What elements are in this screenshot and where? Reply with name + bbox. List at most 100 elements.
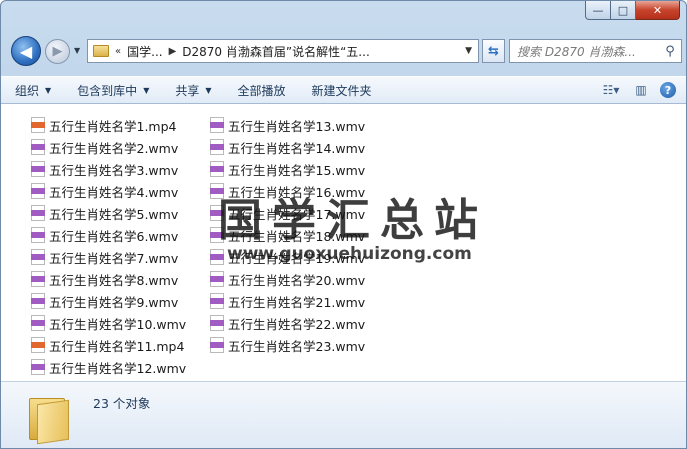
share-label: 共享	[175, 83, 200, 98]
file-item[interactable]: 五行生肖姓名学3.wmv	[31, 158, 186, 180]
item-count: 23 个对象	[93, 396, 151, 411]
folder-icon	[29, 392, 69, 445]
file-item[interactable]: 五行生肖姓名学12.wmv	[31, 356, 186, 378]
recent-pages-dropdown[interactable]: ▼	[74, 46, 80, 55]
file-item[interactable]: 五行生肖姓名学13.wmv	[210, 114, 365, 136]
caption-buttons: — □ ✕	[585, 1, 680, 20]
file-list: 五行生肖姓名学1.mp4 五行生肖姓名学2.wmv 五行生肖姓名学3.wmv 五行生肖…	[1, 104, 686, 381]
close-button[interactable]: ✕	[636, 1, 680, 20]
include-in-library-menu[interactable]: 包含到库中 ▼	[63, 82, 161, 99]
file-name: 五行生肖姓名学4.wmv	[49, 184, 179, 200]
refresh-button[interactable]: ⇆	[482, 39, 505, 63]
preview-pane-button[interactable]: ▥	[630, 80, 652, 100]
file-item[interactable]: 五行生肖姓名学21.wmv	[210, 290, 365, 312]
wmv-file-icon	[31, 359, 45, 375]
file-item[interactable]: 五行生肖姓名学10.wmv	[31, 312, 186, 334]
play-all-label: 全部播放	[237, 83, 286, 98]
chevron-right-icon[interactable]: ▶	[169, 46, 177, 57]
wmv-file-icon	[31, 161, 45, 177]
file-name: 五行生肖姓名学1.mp4	[49, 118, 177, 134]
wmv-file-icon	[210, 139, 224, 155]
file-name: 五行生肖姓名学10.wmv	[49, 316, 187, 332]
breadcrumb-overflow[interactable]: «	[115, 46, 121, 57]
file-item[interactable]: 五行生肖姓名学14.wmv	[210, 136, 365, 158]
search-input[interactable]: 搜索 D2870 肖渤森...	[510, 43, 659, 60]
file-name: 五行生肖姓名学22.wmv	[228, 316, 366, 332]
help-button[interactable]: ?	[660, 82, 676, 98]
wmv-file-icon	[31, 293, 45, 309]
organize-label: 组织	[15, 83, 40, 98]
command-bar: 组织 ▼ 包含到库中 ▼ 共享 ▼ 全部播放 新建文件夹 ☷▾ ▥ ?	[1, 76, 686, 104]
file-name: 五行生肖姓名学3.wmv	[49, 162, 179, 178]
file-name: 五行生肖姓名学6.wmv	[49, 228, 179, 244]
address-dropdown-icon[interactable]: ▼	[465, 46, 472, 56]
file-item[interactable]: 五行生肖姓名学22.wmv	[210, 312, 365, 334]
explorer-window: — □ ✕ ◀ ▶ ▼ « 国学... ▶ D2870 肖渤森首届”说名解性“五…	[0, 0, 687, 449]
share-menu[interactable]: 共享 ▼	[161, 82, 223, 99]
file-item[interactable]: 五行生肖姓名学1.mp4	[31, 114, 186, 136]
file-name: 五行生肖姓名学12.wmv	[49, 360, 187, 376]
breadcrumb-item[interactable]: 国学...	[127, 43, 162, 60]
wmv-file-icon	[31, 205, 45, 221]
wmv-file-icon	[31, 227, 45, 243]
file-name: 五行生肖姓名学21.wmv	[228, 294, 366, 310]
file-name: 五行生肖姓名学14.wmv	[228, 140, 366, 156]
file-column-1: 五行生肖姓名学1.mp4 五行生肖姓名学2.wmv 五行生肖姓名学3.wmv 五行生肖…	[31, 114, 186, 378]
preview-pane-icon: ▥	[635, 83, 647, 97]
breadcrumb-item-current[interactable]: D2870 肖渤森首届”说名解性“五...	[182, 43, 369, 60]
wmv-file-icon	[210, 315, 224, 331]
help-icon: ?	[664, 83, 672, 97]
include-library-label: 包含到库中	[77, 83, 138, 98]
mp4-file-icon	[31, 117, 45, 133]
play-all-button[interactable]: 全部播放	[224, 82, 298, 99]
file-item[interactable]: 五行生肖姓名学6.wmv	[31, 224, 186, 246]
wmv-file-icon	[210, 337, 224, 353]
file-item[interactable]: 五行生肖姓名学7.wmv	[31, 246, 186, 268]
view-options-button[interactable]: ☷▾	[600, 80, 622, 100]
search-icon[interactable]: ⚲	[659, 44, 681, 59]
wmv-file-icon	[210, 249, 224, 265]
file-name: 五行生肖姓名学7.wmv	[49, 250, 179, 266]
maximize-button[interactable]: □	[611, 1, 636, 20]
file-item[interactable]: 五行生肖姓名学4.wmv	[31, 180, 186, 202]
wmv-file-icon	[31, 183, 45, 199]
file-name: 五行生肖姓名学9.wmv	[49, 294, 179, 310]
minimize-button[interactable]: —	[585, 1, 611, 20]
file-item[interactable]: 五行生肖姓名学2.wmv	[31, 136, 186, 158]
new-folder-label: 新建文件夹	[311, 83, 372, 98]
wmv-file-icon	[31, 139, 45, 155]
wmv-file-icon	[210, 293, 224, 309]
search-box[interactable]: 搜索 D2870 肖渤森... ⚲	[509, 39, 682, 63]
chevron-down-icon: ▼	[205, 85, 212, 95]
file-item[interactable]: 五行生肖姓名学20.wmv	[210, 268, 365, 290]
file-name: 五行生肖姓名学11.mp4	[49, 338, 185, 354]
file-name: 五行生肖姓名学20.wmv	[228, 272, 366, 288]
wmv-file-icon	[210, 161, 224, 177]
organize-menu[interactable]: 组织 ▼	[1, 82, 63, 99]
view-icon: ☷▾	[602, 83, 620, 97]
file-name: 五行生肖姓名学15.wmv	[228, 162, 366, 178]
navigation-bar: ◀ ▶ ▼ « 国学... ▶ D2870 肖渤森首届”说名解性“五... ▼ …	[7, 35, 682, 67]
file-item[interactable]: 五行生肖姓名学15.wmv	[210, 158, 365, 180]
wmv-file-icon	[31, 249, 45, 265]
forward-button[interactable]: ▶	[45, 39, 70, 64]
chevron-down-icon: ▼	[143, 85, 150, 95]
file-name: 五行生肖姓名学13.wmv	[228, 118, 366, 134]
folder-icon	[93, 45, 109, 57]
view-controls: ☷▾ ▥ ?	[600, 80, 676, 100]
file-item[interactable]: 五行生肖姓名学23.wmv	[210, 334, 365, 356]
file-item[interactable]: 五行生肖姓名学9.wmv	[31, 290, 186, 312]
address-bar[interactable]: « 国学... ▶ D2870 肖渤森首届”说名解性“五... ▼	[87, 39, 479, 63]
file-item[interactable]: 五行生肖姓名学8.wmv	[31, 268, 186, 290]
file-name: 五行生肖姓名学23.wmv	[228, 338, 366, 354]
wmv-file-icon	[210, 117, 224, 133]
file-name: 五行生肖姓名学2.wmv	[49, 140, 179, 156]
new-folder-button[interactable]: 新建文件夹	[298, 82, 384, 99]
back-button[interactable]: ◀	[11, 36, 41, 66]
file-item[interactable]: 五行生肖姓名学11.mp4	[31, 334, 186, 356]
mp4-file-icon	[31, 337, 45, 353]
watermark-url: www.guoxuehuizong.com	[227, 244, 472, 264]
file-name: 五行生肖姓名学5.wmv	[49, 206, 179, 222]
refresh-icon: ⇆	[488, 43, 499, 59]
file-item[interactable]: 五行生肖姓名学5.wmv	[31, 202, 186, 224]
